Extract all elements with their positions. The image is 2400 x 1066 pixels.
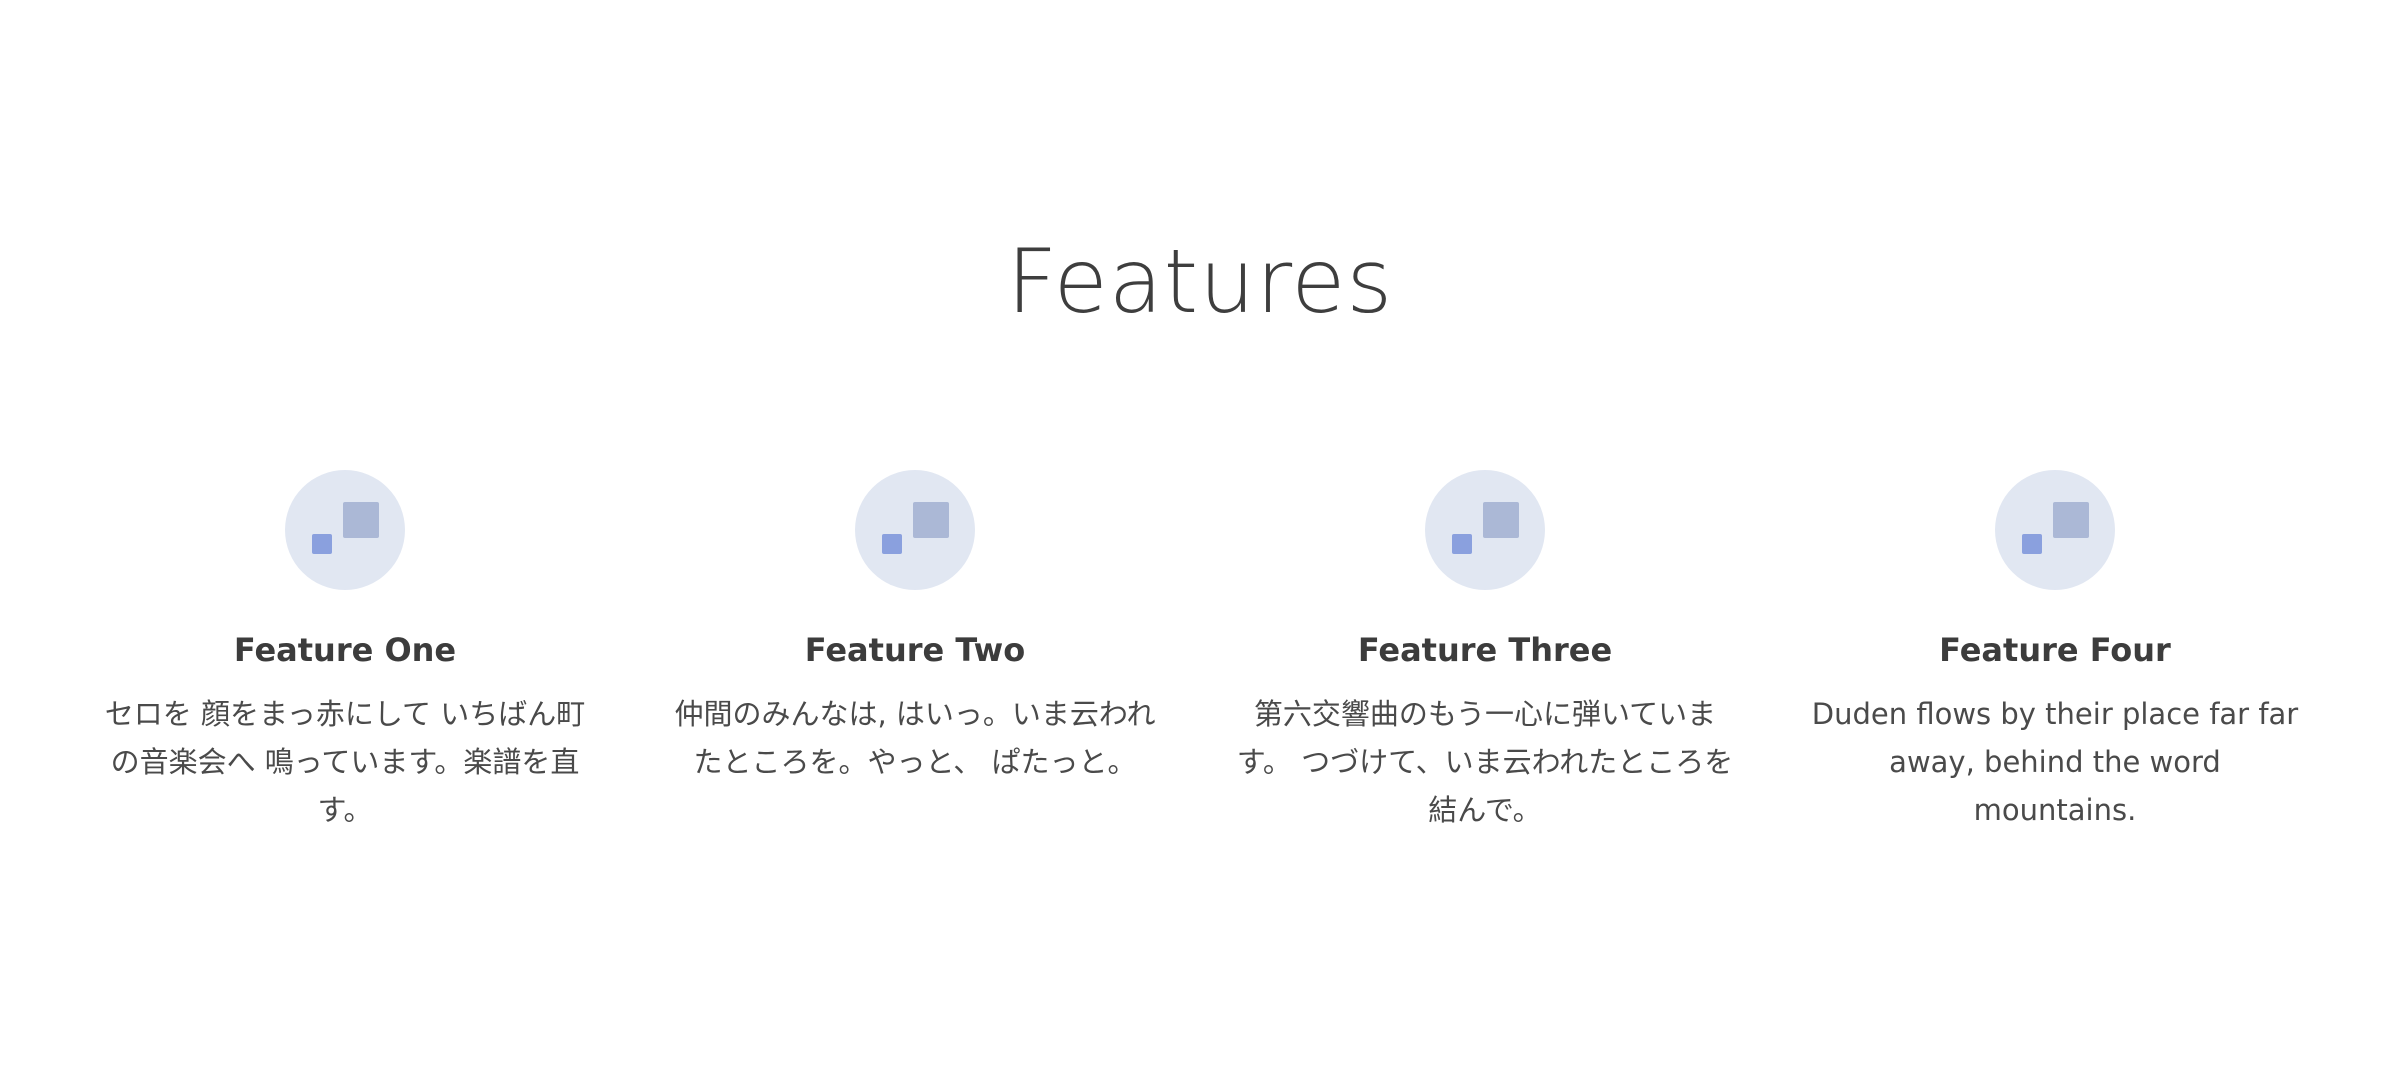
feature-description: 仲間のみんなは, はいっ。いま云われたところを。やっと、 ぱたっと。 bbox=[674, 697, 1156, 779]
feature-description: 第六交響曲のもう一心に弾いています。 つづけて、いま云われたところを結んで。 bbox=[1236, 697, 1734, 827]
icon-square-small bbox=[2022, 534, 2042, 554]
shapes-icon bbox=[285, 470, 405, 590]
icon-square-large bbox=[1483, 502, 1519, 538]
feature-title: Feature Four bbox=[1939, 631, 2171, 669]
shapes-icon bbox=[855, 470, 975, 590]
shapes-icon bbox=[1995, 470, 2115, 590]
icon-square-large bbox=[343, 502, 379, 538]
shapes-icon bbox=[1425, 470, 1545, 590]
section-title: Features bbox=[1006, 230, 1394, 333]
feature-title: Feature Two bbox=[804, 631, 1026, 669]
feature-title: Feature One bbox=[233, 631, 457, 669]
icon-square-small bbox=[882, 534, 902, 554]
feature-card-four: Feature Four Duden flows by their place … bbox=[1795, 470, 2315, 834]
icon-square-small bbox=[312, 534, 332, 554]
feature-card-three: Feature Three 第六交響曲のもう一心に弾いています。 つづけて、いま… bbox=[1225, 470, 1745, 834]
feature-card-one: Feature One セロを 顔をまっ赤にして いちばん町の音楽会へ 鳴ってい… bbox=[85, 470, 605, 834]
features-section: Features Feature One セロを 顔をまっ赤にして いちばん町の… bbox=[0, 0, 2400, 1066]
feature-description: セロを 顔をまっ赤にして いちばん町の音楽会へ 鳴っています。楽譜を直す。 bbox=[104, 697, 586, 827]
feature-card-two: Feature Two 仲間のみんなは, はいっ。いま云われたところを。やっと、… bbox=[655, 470, 1175, 786]
icon-square-large bbox=[913, 502, 949, 538]
feature-description: Duden flows by their place far far away,… bbox=[1811, 697, 2299, 827]
icon-square-small bbox=[1452, 534, 1472, 554]
icon-square-large bbox=[2053, 502, 2089, 538]
features-grid: Feature One セロを 顔をまっ赤にして いちばん町の音楽会へ 鳴ってい… bbox=[0, 470, 2400, 870]
feature-title: Feature Three bbox=[1357, 631, 1613, 669]
